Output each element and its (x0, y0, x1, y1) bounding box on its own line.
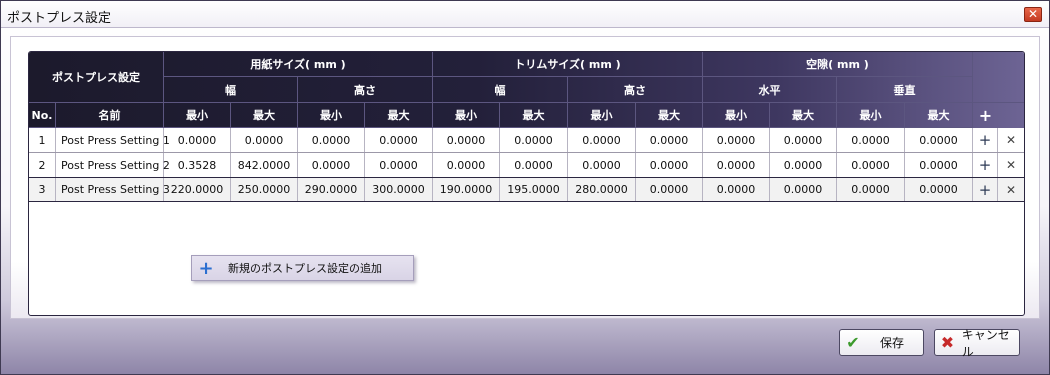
header-gap-horizontal: 水平 (703, 77, 837, 103)
table-row[interactable]: 1 Post Press Setting 1 0.0000 0.0000 0.0… (29, 128, 1024, 153)
content-panel: ポストプレス設定 用紙サイズ( mm ) トリムサイズ( mm ) 空隙( mm… (10, 36, 1040, 319)
row-add-icon[interactable]: + (973, 128, 998, 152)
header-blank (973, 52, 1024, 103)
gap-vertical-max[interactable]: 0.0000 (905, 178, 973, 201)
cancel-button-label: キャンセル (961, 327, 1010, 359)
header-gap-vertical: 垂直 (837, 77, 973, 103)
header-trim-height: 高さ (568, 77, 703, 103)
header-max: 最大 (770, 103, 837, 128)
post-press-table: ポストプレス設定 用紙サイズ( mm ) トリムサイズ( mm ) 空隙( mm… (28, 51, 1025, 316)
gap-horizontal-min[interactable]: 0.0000 (703, 128, 770, 152)
paper-width-max[interactable]: 842.0000 (231, 153, 298, 177)
header-max: 最大 (365, 103, 433, 128)
table-row[interactable]: 2 Post Press Setting 2 0.3528 842.0000 0… (29, 153, 1024, 178)
table-row-selected[interactable]: 3 Post Press Setting 3 220.0000 250.0000… (29, 177, 1024, 202)
row-no: 2 (29, 153, 56, 177)
title-bar: ポストプレス設定 ✕ (1, 1, 1049, 28)
header-max: 最大 (636, 103, 703, 128)
gap-horizontal-min[interactable]: 0.0000 (703, 153, 770, 177)
header-min: 最小 (837, 103, 905, 128)
save-button-label: 保存 (880, 336, 905, 350)
header-min: 最小 (433, 103, 500, 128)
trim-width-min[interactable]: 0.0000 (433, 128, 500, 152)
header-trim-size: トリムサイズ( mm ) (433, 52, 703, 77)
trim-height-max[interactable]: 0.0000 (636, 128, 703, 152)
row-delete-icon[interactable]: ✕ (998, 153, 1024, 177)
save-button[interactable]: ✔ 保存 (839, 329, 924, 356)
trim-height-min[interactable]: 0.0000 (568, 128, 636, 152)
trim-height-max[interactable]: 0.0000 (636, 153, 703, 177)
paper-width-max[interactable]: 0.0000 (231, 128, 298, 152)
header-no: No. (29, 103, 56, 128)
header-paper-height: 高さ (298, 77, 433, 103)
paper-height-min[interactable]: 290.0000 (298, 178, 365, 201)
trim-width-max[interactable]: 0.0000 (500, 153, 568, 177)
header-max: 最大 (231, 103, 298, 128)
table-header: ポストプレス設定 用紙サイズ( mm ) トリムサイズ( mm ) 空隙( mm… (29, 52, 1024, 128)
header-max: 最大 (905, 103, 973, 128)
row-delete-icon[interactable]: ✕ (998, 128, 1024, 152)
paper-height-max[interactable]: 0.0000 (365, 128, 433, 152)
close-icon[interactable]: ✕ (1024, 7, 1042, 22)
row-name[interactable]: Post Press Setting 3 (56, 178, 170, 201)
post-press-settings-window: ポストプレス設定 ✕ ポストプレス設定 用紙サイズ( mm ) トリムサイズ( … (0, 0, 1050, 375)
paper-height-min[interactable]: 0.0000 (298, 128, 365, 152)
gap-horizontal-max[interactable]: 0.0000 (770, 178, 837, 201)
row-no: 1 (29, 128, 56, 152)
header-trim-width: 幅 (433, 77, 568, 103)
header-min: 最小 (298, 103, 365, 128)
add-post-press-setting-menu-item[interactable]: + 新規のポストプレス設定の追加 (191, 255, 414, 281)
gap-horizontal-max[interactable]: 0.0000 (770, 153, 837, 177)
header-paper-size: 用紙サイズ( mm ) (164, 52, 433, 77)
trim-width-min[interactable]: 0.0000 (433, 153, 500, 177)
trim-width-max[interactable]: 0.0000 (500, 128, 568, 152)
paper-height-min[interactable]: 0.0000 (298, 153, 365, 177)
paper-width-max[interactable]: 250.0000 (231, 178, 298, 201)
row-add-icon[interactable]: + (973, 178, 998, 201)
add-post-press-setting-label: 新規のポストプレス設定の追加 (228, 262, 382, 275)
gap-vertical-max[interactable]: 0.0000 (905, 128, 973, 152)
header-min: 最小 (568, 103, 636, 128)
checkmark-icon: ✔ (846, 333, 860, 352)
header-max: 最大 (500, 103, 568, 128)
trim-width-min[interactable]: 190.0000 (433, 178, 500, 201)
trim-height-min[interactable]: 280.0000 (568, 178, 636, 201)
trim-width-max[interactable]: 195.0000 (500, 178, 568, 201)
row-delete-icon[interactable]: ✕ (998, 178, 1024, 201)
trim-height-min[interactable]: 0.0000 (568, 153, 636, 177)
header-group-title: ポストプレス設定 (29, 52, 164, 103)
cancel-button[interactable]: ✖ キャンセル (934, 328, 1020, 359)
header-add-icon[interactable]: + (973, 103, 998, 128)
window-title: ポストプレス設定 (7, 11, 112, 26)
gap-vertical-max[interactable]: 0.0000 (905, 153, 973, 177)
header-name: 名前 (56, 103, 164, 128)
paper-width-min[interactable]: 0.3528 (164, 153, 231, 177)
header-paper-width: 幅 (164, 77, 298, 103)
header-gap: 空隙( mm ) (703, 52, 973, 77)
paper-width-min[interactable]: 0.0000 (164, 128, 231, 152)
gap-horizontal-max[interactable]: 0.0000 (770, 128, 837, 152)
cancel-x-icon: ✖ (940, 333, 955, 352)
paper-height-max[interactable]: 300.0000 (365, 178, 433, 201)
plus-icon: + (198, 257, 214, 279)
gap-vertical-min[interactable]: 0.0000 (837, 178, 905, 201)
row-no: 3 (29, 178, 56, 201)
gap-vertical-min[interactable]: 0.0000 (837, 153, 905, 177)
paper-height-max[interactable]: 0.0000 (365, 153, 433, 177)
row-add-icon[interactable]: + (973, 153, 998, 177)
header-min: 最小 (164, 103, 231, 128)
trim-height-max[interactable]: 0.0000 (636, 178, 703, 201)
gap-horizontal-min[interactable]: 0.0000 (703, 178, 770, 201)
gap-vertical-min[interactable]: 0.0000 (837, 128, 905, 152)
row-name[interactable]: Post Press Setting 1 (56, 128, 170, 152)
header-min: 最小 (703, 103, 770, 128)
paper-width-min[interactable]: 220.0000 (164, 178, 231, 201)
row-name[interactable]: Post Press Setting 2 (56, 153, 170, 177)
